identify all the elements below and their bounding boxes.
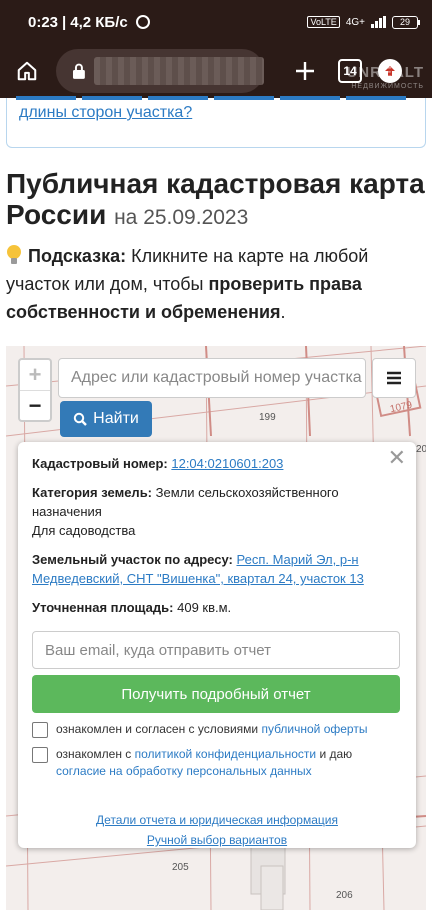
privacy-consent-text: ознакомлен с политикой конфиденциальност…	[56, 746, 402, 780]
status-time: 0:23	[28, 13, 59, 31]
signal-icon	[371, 16, 386, 28]
find-button-label: Найти	[93, 410, 139, 427]
hint-label: Подсказка:	[28, 246, 127, 266]
lot-label: 20	[416, 444, 426, 455]
plus-icon	[296, 62, 314, 80]
find-button[interactable]: Найти	[60, 401, 152, 437]
offer-consent-text: ознакомлен и согласен с условиями публич…	[56, 721, 367, 738]
address-bar[interactable]	[56, 49, 264, 93]
area-row: Уточненная площадь: 409 кв.м.	[32, 598, 402, 617]
page-title-date: на 25.09.2023	[114, 206, 249, 229]
land-category-row: Категория земель: Земли сельскохозяйстве…	[32, 483, 402, 540]
search-icon	[73, 412, 88, 426]
battery-level: 29	[392, 15, 418, 29]
address-label: Земельный участок по адресу:	[32, 552, 233, 567]
watermark-subtitle: НЕДВИЖИМОСТЬ	[351, 83, 424, 90]
address-search-input[interactable]: Адрес или кадастровый номер участка	[58, 358, 366, 398]
area-value: 409 кв.м.	[177, 600, 232, 615]
browser-toolbar: 14 UNREALT НЕДВИЖИМОСТЬ	[0, 44, 432, 98]
watermark-title: UNREALT	[346, 64, 424, 81]
privacy-consent-checkbox[interactable]	[32, 747, 48, 763]
status-bar: 0:23 | 4,2 КБ/с VoLTE 4G+ 29	[0, 0, 432, 44]
network-type: 4G+	[345, 16, 365, 28]
cadastral-number-label: Кадастровый номер:	[32, 456, 168, 471]
lot-label: 205	[172, 862, 189, 873]
status-divider: |	[62, 13, 67, 31]
url-text-blurred	[93, 57, 264, 85]
lot-label: 206	[336, 890, 353, 901]
privacy-consent-label: ознакомлен с	[56, 747, 132, 761]
offer-consent-label: ознакомлен и согласен с условиями	[56, 722, 259, 736]
lightbulb-icon	[6, 245, 22, 265]
status-right: VoLTE 4G+ 29	[307, 15, 420, 29]
close-icon[interactable]: ✕	[388, 447, 406, 469]
address-row: Земельный участок по адресу: Респ. Марий…	[32, 550, 402, 588]
lot-label: 199	[259, 412, 276, 423]
land-category-label: Категория земель:	[32, 485, 153, 500]
zoom-control: + −	[18, 358, 52, 422]
home-button[interactable]	[10, 54, 44, 88]
privacy-consent-mid: и даю	[319, 747, 353, 761]
offer-consent-row: ознакомлен и согласен с условиями публич…	[32, 721, 402, 738]
new-tab-button[interactable]	[288, 54, 322, 88]
hamburger-icon	[387, 371, 401, 385]
land-use-value: Для садоводства	[32, 523, 136, 538]
parcel-info-popup: ✕ Кадастровый номер: 12:04:0210601:203 К…	[18, 442, 416, 848]
get-report-button[interactable]: Получить подробный отчет	[32, 675, 400, 713]
privacy-policy-link[interactable]: политикой конфиденциальности	[135, 747, 316, 761]
cadastral-map[interactable]: 199 1079 205 206 20 + − Адрес или кадаст…	[6, 346, 426, 910]
alarm-icon	[135, 15, 150, 29]
zoom-out-button[interactable]: −	[20, 390, 50, 420]
zoom-in-button[interactable]: +	[20, 360, 50, 390]
offer-consent-checkbox[interactable]	[32, 722, 48, 738]
lock-icon	[72, 63, 85, 79]
previous-question-card: длины сторон участка?	[6, 98, 426, 148]
public-offer-link[interactable]: публичной оферты	[261, 722, 367, 736]
report-details-link[interactable]: Детали отчета и юридическая информация	[32, 810, 402, 830]
watermark-logo: UNREALT НЕДВИЖИМОСТЬ	[346, 64, 424, 94]
cadastral-number-link[interactable]: 12:04:0210601:203	[171, 456, 283, 471]
battery-icon: 29	[392, 15, 420, 29]
hint-paragraph: Подсказка: Кликните на карте на любой уч…	[6, 242, 430, 326]
privacy-consent-row: ознакомлен с политикой конфиденциальност…	[32, 746, 402, 780]
popup-footer-links: Детали отчета и юридическая информация Р…	[32, 810, 402, 850]
cadastral-number-row: Кадастровый номер: 12:04:0210601:203	[32, 454, 402, 473]
volte-icon: VoLTE	[307, 16, 340, 28]
hint-end: .	[280, 302, 286, 322]
previous-question-link[interactable]: длины сторон участка?	[19, 104, 192, 121]
status-left: 0:23 | 4,2 КБ/с	[28, 14, 150, 31]
area-label: Уточненная площадь:	[32, 600, 174, 615]
status-speed: 4,2 КБ/с	[70, 13, 128, 31]
page-title: Публичная кадастровая карта России на 25…	[6, 168, 426, 233]
email-input[interactable]: Ваш email, куда отправить отчет	[32, 631, 400, 669]
home-icon	[17, 61, 37, 81]
map-menu-button[interactable]	[372, 358, 416, 398]
manual-selection-link[interactable]: Ручной выбор вариантов	[32, 830, 402, 850]
personal-data-consent-link[interactable]: согласие на обработку персональных данны…	[56, 764, 312, 778]
